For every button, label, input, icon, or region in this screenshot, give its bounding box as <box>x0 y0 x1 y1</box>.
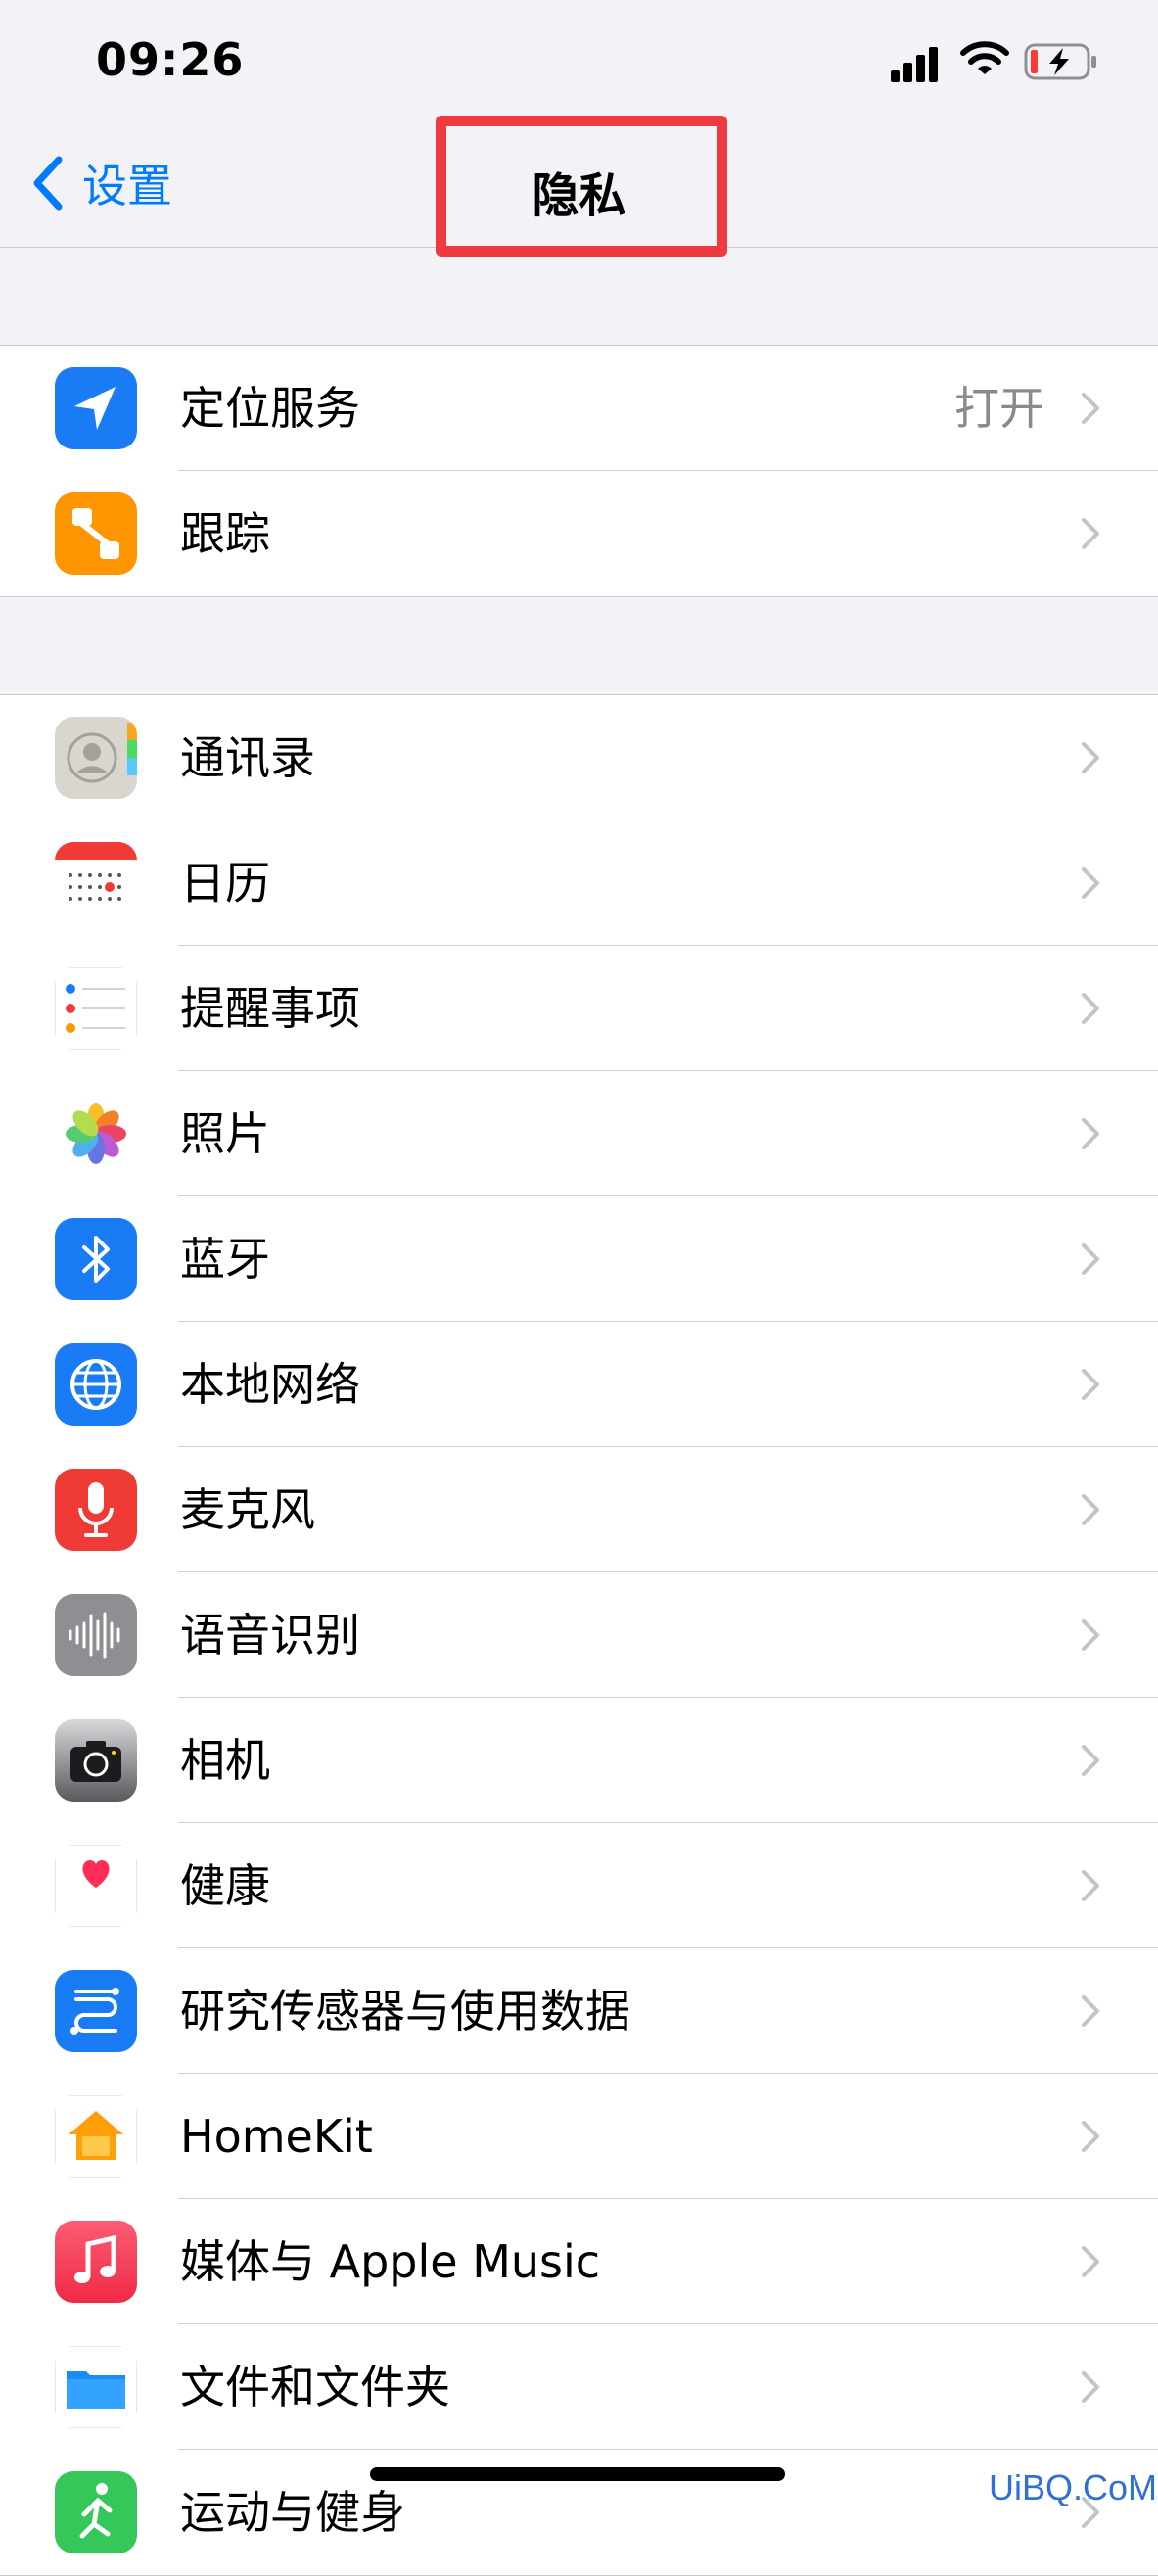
chevron-right-icon <box>1082 2121 1099 2152</box>
highlight-annotation-box <box>436 116 727 257</box>
heart-icon <box>55 1845 137 1927</box>
tracking-icon <box>55 492 137 575</box>
row-label: 日历 <box>180 857 270 910</box>
row-label: 研究传感器与使用数据 <box>180 1985 630 2037</box>
row-label: 媒体与 Apple Music <box>180 2235 601 2288</box>
bluetooth-icon <box>55 1218 137 1300</box>
battery-charging-icon <box>1024 43 1096 80</box>
waveform-icon <box>55 1594 137 1676</box>
contacts-icon <box>55 717 137 799</box>
row-label: 提醒事项 <box>180 982 360 1035</box>
row-label: 健康 <box>180 1859 270 1912</box>
status-bar: 09:26 <box>0 0 1158 117</box>
globe-icon <box>55 1343 137 1426</box>
photos-icon <box>55 1093 137 1175</box>
chevron-right-icon <box>1082 518 1099 549</box>
row-camera[interactable]: 相机 <box>0 1698 1158 1823</box>
cellular-signal-icon <box>891 47 942 82</box>
chevron-right-icon <box>1082 1369 1099 1400</box>
chevron-right-icon <box>1082 2371 1099 2403</box>
row-speech-recognition[interactable]: 语音识别 <box>0 1572 1158 1698</box>
row-files-folders[interactable]: 文件和文件夹 <box>0 2324 1158 2450</box>
row-label: 照片 <box>180 1107 270 1160</box>
location-arrow-icon <box>55 367 137 449</box>
row-label: 文件和文件夹 <box>180 2361 450 2413</box>
row-calendar[interactable]: 日历 <box>0 820 1158 946</box>
row-label: 本地网络 <box>180 1358 360 1411</box>
row-label: 相机 <box>180 1734 270 1787</box>
row-microphone[interactable]: 麦克风 <box>0 1447 1158 1572</box>
camera-icon <box>55 1719 137 1802</box>
row-location-services[interactable]: 定位服务 打开 <box>0 346 1158 471</box>
watermark: UiBQ.CoM <box>989 2467 1158 2507</box>
music-note-icon <box>55 2221 137 2303</box>
chevron-right-icon <box>1082 1870 1099 1901</box>
research-icon <box>55 1970 137 2052</box>
chevron-right-icon <box>1082 1243 1099 1275</box>
row-contacts[interactable]: 通讯录 <box>0 695 1158 820</box>
row-label: HomeKit <box>180 2110 373 2163</box>
chevron-right-icon <box>1082 742 1099 773</box>
chevron-right-icon <box>1082 1995 1099 2027</box>
chevron-right-icon <box>1082 1118 1099 1149</box>
row-label: 蓝牙 <box>180 1233 270 1286</box>
chevron-right-icon <box>1082 393 1099 424</box>
settings-group-permissions: 通讯录 日历 提醒事项 照片 蓝牙 本地网络 麦克风 语音识别 相机 健康 研究… <box>0 694 1158 2576</box>
calendar-icon <box>55 842 137 924</box>
chevron-right-icon <box>1082 1745 1099 1776</box>
row-reminders[interactable]: 提醒事项 <box>0 946 1158 1071</box>
row-label: 麦克风 <box>180 1483 315 1536</box>
row-bluetooth[interactable]: 蓝牙 <box>0 1196 1158 1322</box>
row-local-network[interactable]: 本地网络 <box>0 1322 1158 1447</box>
row-media-apple-music[interactable]: 媒体与 Apple Music <box>0 2199 1158 2324</box>
row-health[interactable]: 健康 <box>0 1823 1158 1948</box>
row-label: 通讯录 <box>180 731 315 784</box>
reminders-icon <box>55 967 137 1050</box>
row-label: 语音识别 <box>180 1609 360 1662</box>
row-photos[interactable]: 照片 <box>0 1071 1158 1196</box>
fitness-icon <box>55 2471 137 2553</box>
wifi-icon <box>960 41 1009 74</box>
row-homekit[interactable]: HomeKit <box>0 2074 1158 2199</box>
settings-group-tracking: 定位服务 打开 跟踪 <box>0 345 1158 597</box>
row-label: 跟踪 <box>180 507 270 560</box>
status-time: 09:26 <box>96 33 245 86</box>
chevron-right-icon <box>1082 993 1099 1024</box>
home-indicator[interactable] <box>370 2467 785 2481</box>
row-research-sensor[interactable]: 研究传感器与使用数据 <box>0 1948 1158 2074</box>
row-tracking[interactable]: 跟踪 <box>0 471 1158 596</box>
microphone-icon <box>55 1469 137 1551</box>
row-value: 打开 <box>954 382 1044 435</box>
chevron-right-icon <box>1082 867 1099 899</box>
chevron-right-icon <box>1082 2246 1099 2277</box>
home-icon <box>55 2095 137 2178</box>
row-label: 定位服务 <box>180 382 360 435</box>
chevron-right-icon <box>1082 1494 1099 1525</box>
chevron-right-icon <box>1082 1619 1099 1651</box>
folder-icon <box>55 2346 137 2428</box>
